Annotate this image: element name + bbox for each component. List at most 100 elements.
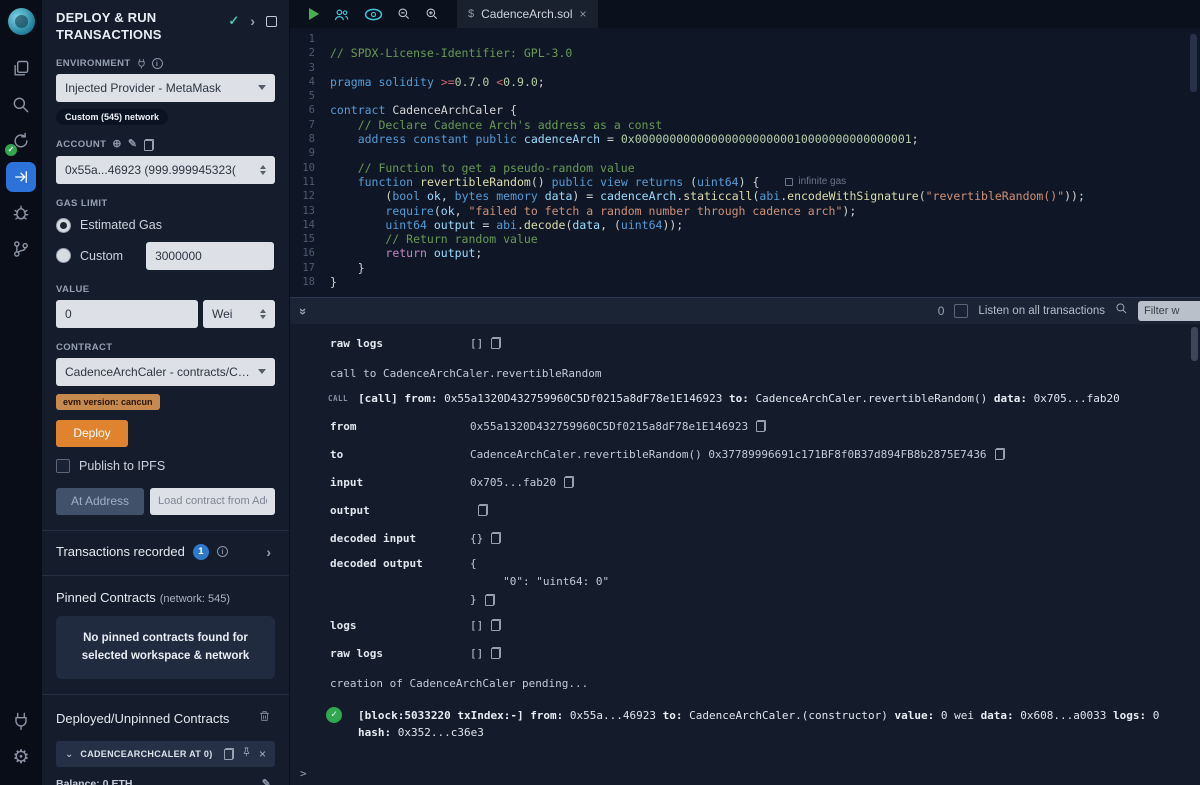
icon-rail: ⚙ <box>0 0 42 785</box>
deploy-button[interactable]: Deploy <box>56 420 128 447</box>
environment-info-icon[interactable] <box>152 58 163 69</box>
copy-icon[interactable] <box>224 748 234 760</box>
value-input[interactable] <box>56 300 198 328</box>
debugger-icon[interactable] <box>3 195 39 231</box>
terminal-prompt[interactable]: > <box>290 767 1200 780</box>
code-line[interactable]: 9 <box>290 146 1200 160</box>
tab-cadencearch[interactable]: CadenceArch.sol <box>457 0 599 28</box>
copy-icon[interactable] <box>491 619 501 631</box>
terminal-log[interactable]: raw logs[]call to CadenceArchCaler.rever… <box>290 324 1200 785</box>
copy-icon[interactable] <box>491 647 501 659</box>
copy-icon[interactable] <box>144 139 154 151</box>
publish-ipfs-option[interactable]: Publish to IPFS <box>56 459 275 473</box>
radio-selected-icon[interactable] <box>56 218 71 233</box>
at-address-button[interactable]: At Address <box>56 488 144 515</box>
transactions-recorded-row[interactable]: Transactions recorded 1 <box>56 544 275 560</box>
remix-logo-icon[interactable] <box>8 8 35 35</box>
pin-icon[interactable] <box>241 745 252 763</box>
ipfs-checkbox[interactable] <box>56 459 70 473</box>
plugin-manager-icon[interactable] <box>3 703 39 739</box>
publish-users-icon[interactable] <box>333 7 350 22</box>
code-line[interactable]: 16 return output; <box>290 246 1200 260</box>
line-number: 5 <box>290 89 330 103</box>
close-icon[interactable] <box>259 747 266 761</box>
code-line[interactable]: 11 function revertibleRandom() public vi… <box>290 175 1200 189</box>
file-explorer-icon[interactable] <box>3 51 39 87</box>
git-icon[interactable] <box>3 231 39 267</box>
copy-icon[interactable] <box>491 337 501 349</box>
code-line[interactable]: 17 } <box>290 261 1200 275</box>
divider <box>42 575 289 576</box>
edit-account-icon[interactable] <box>128 139 138 150</box>
copy-icon[interactable] <box>485 594 495 606</box>
copy-icon[interactable] <box>995 448 1005 460</box>
code-line[interactable]: 4pragma solidity >=0.7.0 <0.9.0; <box>290 75 1200 89</box>
listen-checkbox[interactable] <box>954 304 968 318</box>
panel-forward-icon[interactable] <box>250 13 255 29</box>
code-line[interactable]: 14 uint64 output = abi.decode(data, (uin… <box>290 218 1200 232</box>
add-account-icon[interactable] <box>112 139 122 150</box>
balance-row: Balance: 0 ETH <box>56 778 275 785</box>
value-unit-select[interactable]: Wei <box>203 300 275 328</box>
search-icon[interactable] <box>3 87 39 123</box>
code-line[interactable]: 8 address constant public cadenceArch = … <box>290 132 1200 146</box>
terminal-search-icon[interactable] <box>1115 302 1128 320</box>
zoom-out-icon[interactable] <box>397 7 411 21</box>
expand-chevron-icon[interactable] <box>266 544 271 560</box>
network-badge: Custom (545) network <box>56 109 168 125</box>
terminal-row-value <box>470 504 488 516</box>
terminal-filter-input[interactable] <box>1138 301 1200 321</box>
editor-scrollbar[interactable] <box>1190 34 1197 92</box>
account-select[interactable]: 0x55a...46923 (999.999945323( <box>56 156 275 184</box>
code-line[interactable]: 1 <box>290 32 1200 46</box>
contract-label: CONTRACT <box>56 342 275 353</box>
terminal-row-value: [] <box>470 337 501 350</box>
code-line[interactable]: 3 <box>290 61 1200 75</box>
edit-balance-icon[interactable] <box>262 779 271 785</box>
deploy-and-run-icon[interactable] <box>3 159 39 195</box>
code-line[interactable]: 15 // Return random value <box>290 232 1200 246</box>
code-line[interactable]: 5 <box>290 89 1200 103</box>
terminal-row-label: logs <box>290 619 470 632</box>
environment-select[interactable]: Injected Provider - MetaMask <box>56 74 275 102</box>
code-line[interactable]: 12 (bool ok, bytes memory data) = cadenc… <box>290 189 1200 203</box>
code-line[interactable]: 2// SPDX-License-Identifier: GPL-3.0 <box>290 46 1200 60</box>
terminal-call-row[interactable]: CALL[call] from: 0x55a1320D432759960C5Df… <box>290 392 1200 405</box>
copy-icon[interactable] <box>756 420 766 432</box>
close-tab-icon[interactable] <box>580 7 587 21</box>
zoom-in-icon[interactable] <box>425 7 439 21</box>
code-editor[interactable]: 12// SPDX-License-Identifier: GPL-3.034p… <box>290 28 1200 297</box>
open-in-window-icon[interactable] <box>266 16 277 27</box>
terminal-scrollbar[interactable] <box>1191 327 1198 361</box>
settings-icon[interactable]: ⚙ <box>3 739 39 775</box>
code-line[interactable]: 6contract CadenceArchCaler { <box>290 103 1200 117</box>
estimated-gas-option[interactable]: Estimated Gas <box>56 218 275 233</box>
custom-gas-option[interactable]: Custom <box>56 242 275 270</box>
contract-select[interactable]: CadenceArchCaler - contracts/Cac... <box>56 358 275 386</box>
at-address-input[interactable] <box>150 488 275 515</box>
trash-icon[interactable] <box>258 709 271 728</box>
custom-gas-input[interactable] <box>146 242 274 270</box>
code-line[interactable]: 18} <box>290 275 1200 289</box>
preview-eye-icon[interactable] <box>364 8 383 21</box>
code-line[interactable]: 13 require(ok, "failed to fetch a random… <box>290 204 1200 218</box>
run-script-icon[interactable] <box>309 8 319 20</box>
terminal-value-line: { <box>470 557 477 570</box>
stepper-icon <box>260 309 266 319</box>
copy-icon[interactable] <box>491 532 501 544</box>
code-line[interactable]: 7 // Declare Cadence Arch's address as a… <box>290 118 1200 132</box>
code-lines: 12// SPDX-License-Identifier: GPL-3.034p… <box>290 32 1200 289</box>
terminal-kv-row: raw logs[] <box>290 639 1200 667</box>
terminal-row-label: input <box>290 476 470 489</box>
copy-icon[interactable] <box>564 476 574 488</box>
terminal-block-row[interactable]: [block:5033220 txIndex:-] from: 0x55a...… <box>290 707 1200 741</box>
code-line[interactable]: 10 // Function to get a pseudo-random va… <box>290 161 1200 175</box>
solidity-compiler-icon[interactable] <box>3 123 39 159</box>
transactions-info-icon[interactable] <box>217 546 228 557</box>
deployed-contract-header[interactable]: CADENCEARCHCALER AT 0) <box>56 741 275 767</box>
code-text: pragma solidity >=0.7.0 <0.9.0; <box>330 75 545 89</box>
collapse-chevron-icon[interactable] <box>65 749 73 760</box>
radio-icon[interactable] <box>56 248 71 263</box>
copy-icon[interactable] <box>478 504 488 516</box>
collapse-terminal-icon[interactable] <box>296 307 311 314</box>
